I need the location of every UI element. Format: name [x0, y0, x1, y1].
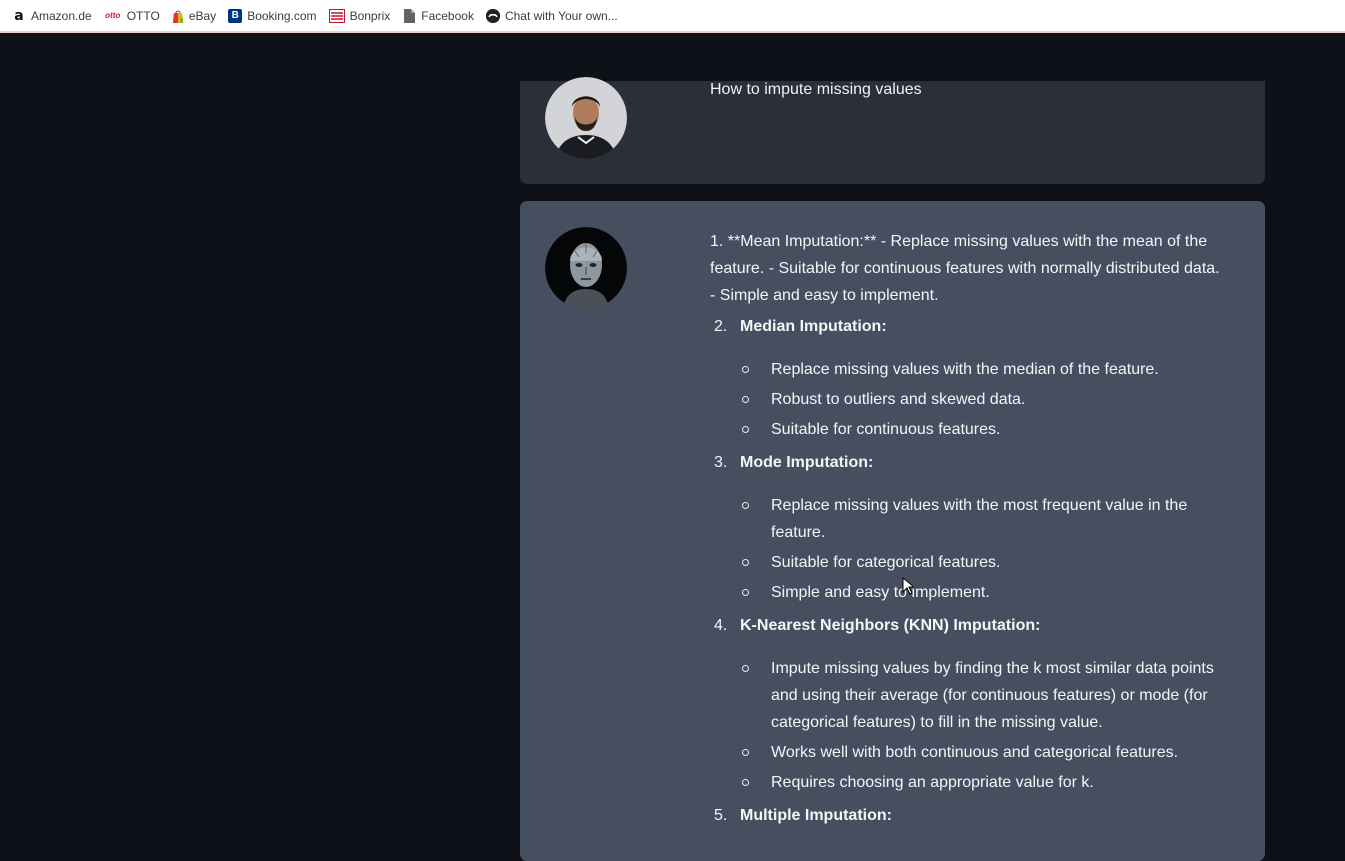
user-avatar [545, 77, 627, 159]
sub-list-item: Robust to outliers and skewed data. [740, 386, 1222, 413]
sub-list-item: Replace missing values with the median o… [740, 356, 1222, 383]
bookmark-label: Bonprix [349, 8, 391, 23]
mouse-pointer-icon [902, 577, 914, 595]
sub-list-item: Works well with both continuous and cate… [740, 739, 1222, 766]
bookmark-otto[interactable]: otto OTTO [104, 9, 160, 23]
bookmarks-bar: a Amazon.de otto OTTO eBay B Booking.com [0, 0, 1345, 33]
amazon-icon: a [14, 7, 24, 24]
sub-list: Impute missing values by finding the k m… [740, 655, 1222, 796]
sub-list-item: Simple and easy to implement. [740, 579, 1222, 606]
ebay-icon [172, 9, 184, 23]
sub-list-item: Suitable for continuous features. [740, 416, 1222, 443]
sub-list-item: Impute missing values by finding the k m… [740, 655, 1222, 736]
list-item-title: Mode Imputation: [740, 454, 874, 471]
list-item-title: Median Imputation: [740, 318, 887, 335]
list-item: 2. Median Imputation: [710, 313, 1222, 340]
assistant-message-body: 1. **Mean Imputation:** - Replace missin… [710, 228, 1222, 829]
list-item-number: 4. [714, 617, 728, 634]
list-item-number: 3. [714, 454, 728, 471]
list-item-number: 2. [714, 318, 728, 335]
sub-list: Replace missing values with the median o… [740, 356, 1222, 443]
bookmark-booking[interactable]: B Booking.com [228, 8, 317, 23]
sub-list-item: Suitable for categorical features. [740, 549, 1222, 576]
list-item: 4. K-Nearest Neighbors (KNN) Imputation: [710, 612, 1222, 639]
chat-app-icon [485, 8, 500, 23]
bookmark-label: eBay [188, 8, 217, 23]
otto-icon: otto [105, 10, 121, 20]
sub-list-item: Requires choosing an appropriate value f… [740, 769, 1222, 796]
user-message: How to impute missing values [520, 77, 1265, 184]
user-message-text: How to impute missing values [710, 81, 922, 98]
list-item: 3. Mode Imputation: [710, 449, 1222, 476]
list-item-number: 5. [714, 807, 728, 824]
bookmark-facebook[interactable]: Facebook [402, 8, 474, 23]
bookmark-label: Booking.com [247, 8, 317, 23]
bookmark-bonprix[interactable]: Bonprix [328, 8, 391, 23]
bookmark-amazon[interactable]: a Amazon.de [12, 7, 92, 24]
document-icon [402, 8, 416, 23]
bookmark-chat[interactable]: Chat with Your own... [485, 8, 618, 23]
bookmark-label: Facebook [421, 8, 474, 23]
intro-paragraph: 1. **Mean Imputation:** - Replace missin… [710, 233, 1220, 304]
bookmark-label: Amazon.de [31, 8, 92, 23]
chat-area: How to impute missing values 1. **Mean I… [0, 35, 1345, 861]
bookmark-ebay[interactable]: eBay [172, 9, 216, 23]
bookmark-label: OTTO [126, 8, 160, 23]
assistant-avatar [545, 227, 627, 309]
assistant-message: 1. **Mean Imputation:** - Replace missin… [520, 201, 1265, 861]
list-item-title: Multiple Imputation: [740, 807, 892, 824]
bonprix-icon [328, 8, 345, 23]
sub-list: Replace missing values with the most fre… [740, 492, 1222, 606]
sub-list-item: Replace missing values with the most fre… [740, 492, 1222, 546]
bookmark-label: Chat with Your own... [504, 8, 618, 23]
booking-icon: B [228, 8, 243, 23]
list-item-title: K-Nearest Neighbors (KNN) Imputation: [740, 617, 1041, 634]
list-item: 5. Multiple Imputation: [710, 802, 1222, 829]
